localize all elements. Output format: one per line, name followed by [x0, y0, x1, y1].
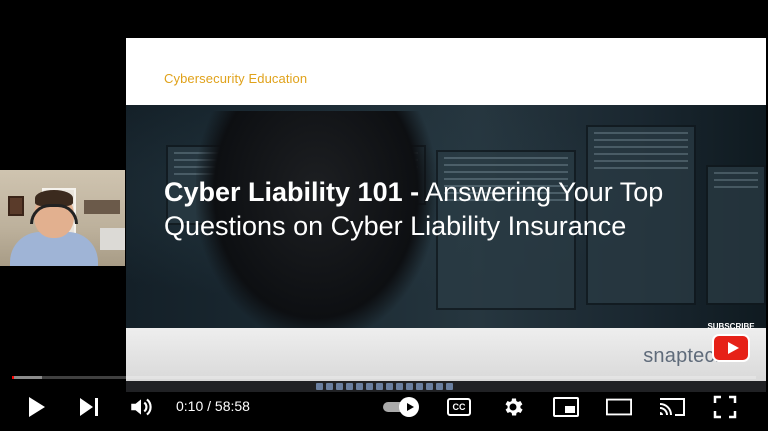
miniplayer-icon[interactable]	[553, 394, 579, 420]
video-taskbar	[126, 381, 766, 392]
play-icon[interactable]	[24, 394, 50, 420]
subscribe-label: SUBSCRIBE	[707, 322, 755, 331]
webcam-overlay	[0, 170, 125, 266]
gear-icon[interactable]	[500, 394, 526, 420]
slide-title-bold: Cyber Liability 101 -	[164, 177, 420, 207]
slide-title-line2: Questions on Cyber Liability Insurance	[164, 211, 627, 241]
slide-background-image: Cyber Liability 101 - Answering Your Top…	[126, 105, 766, 341]
captions-button[interactable]: CC	[446, 396, 472, 418]
theater-mode-icon[interactable]	[606, 394, 632, 420]
slide-footer: snaptech	[126, 328, 766, 381]
time-display: 0:10 / 58:58	[176, 398, 250, 414]
slide-label: Cybersecurity Education	[164, 71, 308, 86]
subscribe-button[interactable]: SUBSCRIBE	[706, 322, 756, 366]
progress-played	[12, 376, 15, 379]
autoplay-toggle-icon[interactable]	[383, 397, 423, 417]
cast-icon[interactable]	[659, 394, 685, 420]
slide-header: Cybersecurity Education	[126, 38, 766, 105]
next-icon[interactable]	[76, 394, 102, 420]
slide-title: Cyber Liability 101 - Answering Your Top…	[164, 175, 744, 243]
presentation-slide: Cybersecurity Education Cyber Liability …	[126, 38, 766, 381]
fullscreen-icon[interactable]	[712, 394, 738, 420]
progress-loaded	[12, 376, 42, 379]
youtube-logo-icon	[712, 334, 750, 362]
cc-icon: CC	[447, 398, 471, 416]
volume-icon[interactable]	[128, 394, 154, 420]
video-player[interactable]: Cybersecurity Education Cyber Liability …	[0, 0, 768, 431]
progress-bar[interactable]	[12, 376, 756, 379]
slide-title-rest: Answering Your Top	[419, 177, 664, 207]
